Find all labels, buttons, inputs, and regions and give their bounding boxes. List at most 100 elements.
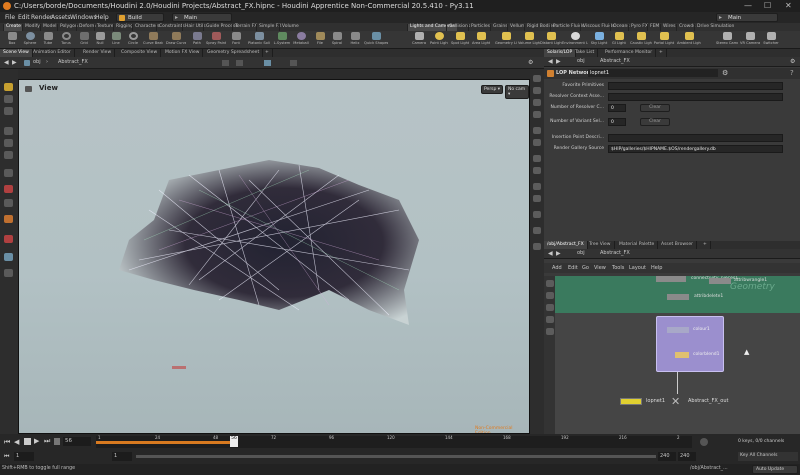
tool-stereo-camera[interactable]: Stereo Camera	[716, 32, 738, 45]
lights-icon[interactable]	[4, 199, 13, 207]
scale-tool-icon[interactable]	[4, 127, 13, 135]
range-start-icon[interactable]: ⏮	[4, 453, 9, 461]
tool-curve-bezier[interactable]: Curve Bezier	[143, 32, 163, 45]
view-tool-icon[interactable]	[4, 169, 13, 177]
rotate-tool-icon[interactable]	[4, 107, 13, 115]
shelf-tab-modify[interactable]: Modify	[22, 24, 42, 31]
tool-distant-light[interactable]: Distant Light	[540, 32, 562, 45]
param-field[interactable]	[608, 82, 783, 90]
back-arrow-icon[interactable]: ◀	[548, 58, 553, 65]
auto-update-button[interactable]: Auto Update	[752, 465, 798, 474]
tool-helix[interactable]: Helix	[346, 32, 364, 45]
menu-render[interactable]: Render	[31, 14, 52, 21]
tool-torus[interactable]: Torus	[57, 32, 75, 45]
back-arrow-icon[interactable]: ◀	[4, 59, 9, 66]
snapshot-icon[interactable]	[533, 183, 541, 190]
tool-quick-shapes[interactable]: Quick Shapes	[364, 32, 388, 45]
network-tool-icon[interactable]	[546, 292, 554, 299]
node-lopnet[interactable]	[620, 398, 642, 405]
tool-caustic-light[interactable]: Caustic Light	[630, 32, 652, 45]
network-menu-help[interactable]: Help	[651, 265, 662, 271]
build-desktop-select[interactable]: Build	[116, 13, 164, 22]
node-name-field[interactable]: lopnet1	[588, 69, 718, 77]
key-all-channels-select[interactable]: Key All Channels	[738, 452, 798, 461]
path-node[interactable]: Abstract_FX	[600, 250, 630, 256]
shadows-icon[interactable]	[533, 127, 541, 134]
tab-obj-abstract-fx[interactable]: /obj/Abstract_FX	[544, 241, 588, 249]
tool-spiral[interactable]: Spiral	[328, 32, 346, 45]
node-colorblend[interactable]	[675, 352, 689, 358]
node-attribdelete[interactable]	[667, 294, 689, 300]
maximize-button[interactable]: ☐	[764, 1, 771, 10]
clear-button[interactable]: Clear	[640, 104, 670, 112]
range-slider[interactable]	[136, 455, 656, 458]
brush-icon[interactable]	[4, 215, 13, 223]
path-context[interactable]: obj	[577, 58, 585, 64]
menu-assets[interactable]: Assets	[51, 14, 71, 21]
shelf-tab-model[interactable]: Model	[40, 24, 59, 31]
camera-menu[interactable]: No cam ▾	[505, 85, 529, 99]
tool-file[interactable]: File	[311, 32, 329, 45]
param-field[interactable]: $HIP/galleries/$HIPNAME.$OS/rendergaller…	[608, 145, 783, 153]
tool-path[interactable]: Path	[188, 32, 206, 45]
shelf-tab-wires[interactable]: Wires	[660, 24, 677, 31]
tab-material-palette[interactable]: Material Palette	[616, 241, 659, 249]
menu-file[interactable]: File	[5, 14, 15, 21]
param-field[interactable]: 0	[608, 118, 626, 126]
node-colour[interactable]	[667, 327, 689, 333]
network-menu-add[interactable]: Add	[552, 265, 562, 271]
select-tool-icon[interactable]	[4, 83, 13, 91]
color-network-box[interactable]: colour1 colorblend1	[656, 316, 724, 372]
shelf-tab-create[interactable]: Create	[3, 24, 23, 31]
param-field[interactable]	[608, 93, 783, 101]
network-tool-icon[interactable]	[546, 316, 554, 323]
display-options-icon[interactable]	[533, 75, 541, 82]
shelf-tab-volume[interactable]: Volume	[279, 24, 301, 31]
wireframe-icon[interactable]	[533, 99, 541, 106]
normals-icon[interactable]	[533, 227, 541, 234]
visibility-icon[interactable]	[533, 195, 541, 202]
lighting-icon[interactable]	[533, 111, 541, 118]
template-icon[interactable]	[533, 211, 541, 218]
pose-tool-icon[interactable]	[4, 139, 13, 147]
tool-spot-light[interactable]: Spot Light	[451, 32, 469, 45]
tool-point-light[interactable]: Point Light	[430, 32, 448, 45]
tool-camera[interactable]: Camera	[410, 32, 428, 45]
tool-line[interactable]: Line	[107, 32, 125, 45]
current-frame-field[interactable]: 56	[63, 437, 91, 446]
magnet-icon[interactable]	[4, 235, 13, 243]
tab-motion-fx-view[interactable]: Motion FX View	[162, 49, 204, 57]
tab-asset-browser[interactable]: Asset Browser	[658, 241, 697, 249]
tab-scene-view[interactable]: Scene View	[0, 49, 33, 57]
null-node-icon[interactable]: ✕	[671, 395, 680, 408]
add-tab-button[interactable]: +	[700, 241, 711, 249]
network-tool-icon[interactable]	[546, 304, 554, 311]
param-field[interactable]	[608, 134, 783, 142]
main-desktop-select[interactable]: ▸ Main	[172, 13, 232, 22]
viewport-menu-icon[interactable]: ⚙	[528, 59, 533, 66]
tab-animation-editor[interactable]: Animation Editor	[30, 49, 75, 57]
forward-arrow-icon[interactable]: ▶	[12, 59, 17, 66]
tool-box[interactable]: Box	[3, 32, 21, 45]
background-icon[interactable]	[533, 139, 541, 146]
menu-edit[interactable]: Edit	[18, 14, 30, 21]
tool-circle[interactable]: Circle	[124, 32, 142, 45]
realtime-toggle-icon[interactable]	[700, 438, 708, 446]
clear-button[interactable]: Clear	[640, 118, 670, 126]
param-field[interactable]: 0	[608, 104, 626, 112]
network-menu-tools[interactable]: Tools	[612, 265, 624, 271]
main-desktop-select-right[interactable]: ▸ Main	[716, 13, 778, 22]
persp-menu[interactable]: Persp ▾	[481, 85, 504, 94]
scene-viewport[interactable]: View Persp ▾ No cam ▾ Non-Commercial Edi…	[18, 79, 530, 434]
close-button[interactable]: ✕	[785, 1, 792, 10]
tool-sphere[interactable]: Sphere	[21, 32, 39, 45]
tool-platonic-solids[interactable]: Platonic Solids	[248, 32, 270, 45]
display-icon[interactable]	[4, 269, 13, 277]
network-menu-layout[interactable]: Layout	[629, 265, 646, 271]
forward-arrow-icon[interactable]: ▶	[556, 58, 561, 65]
tool-geometry-light[interactable]: Geometry Light	[495, 32, 517, 45]
tab-geometry-spreadsheet[interactable]: Geometry Spreadsheet	[204, 49, 264, 57]
path-node[interactable]: Abstract_FX	[58, 59, 88, 65]
first-frame-button[interactable]: ⏮	[4, 438, 10, 447]
tool-metaball[interactable]: Metaball	[292, 32, 310, 45]
